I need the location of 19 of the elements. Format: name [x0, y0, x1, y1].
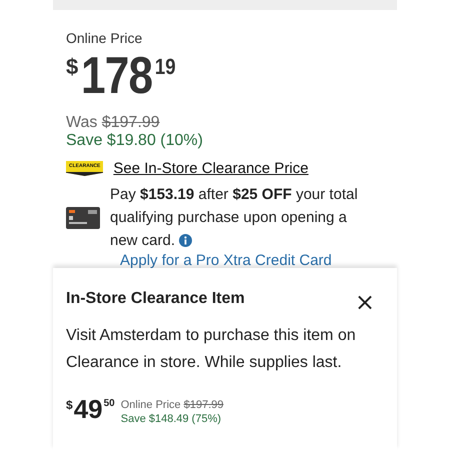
was-price: Was $197.99: [66, 114, 161, 132]
credit-card-icon: [66, 206, 100, 228]
savings-text: Save $148.49 (75%): [120, 413, 222, 425]
online-price: Online Price $197.99: [120, 399, 224, 411]
price-cents: 19: [154, 54, 176, 80]
apply-link[interactable]: Apply for a Pro Xtra Credit Card: [120, 252, 332, 268]
price-cents: 50: [104, 398, 115, 409]
price-label: Online Price: [66, 30, 142, 46]
savings-text: Save $19.80 (10%): [66, 132, 203, 150]
close-button[interactable]: ×: [354, 292, 375, 312]
sheet-message: Visit Amsterdam to purchase this item on Clearance in store. While supplies last.: [66, 326, 357, 373]
clearance-link[interactable]: See In-Store Clearance Price: [113, 160, 308, 177]
price-dollars: 178: [81, 50, 152, 102]
price-dollars: 49: [74, 396, 103, 422]
currency-symbol: $: [66, 398, 73, 412]
currency-symbol: $: [66, 54, 78, 80]
offer-text: Pay $153.19 after $25 OFF your total qualifying purchase upon opening a new card.: [110, 185, 359, 251]
info-icon[interactable]: [179, 234, 192, 247]
sheet-title: In-Store Clearance Item: [66, 290, 245, 308]
